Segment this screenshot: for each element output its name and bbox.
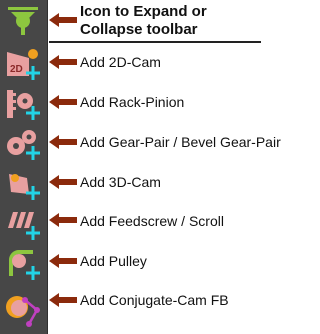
- add-rack-pinion-button[interactable]: [3, 88, 43, 122]
- add-3d-cam-button[interactable]: [3, 168, 43, 202]
- svg-text:2D: 2D: [10, 64, 23, 75]
- callout-arrow-3d-cam: [49, 175, 77, 189]
- callout-add-pulley: Add Pulley: [80, 253, 147, 269]
- callout-add-2d-cam: Add 2D-Cam: [80, 54, 161, 70]
- expand-collapse-button[interactable]: [3, 4, 43, 38]
- callout-add-feedscrew: Add Feedscrew / Scroll: [80, 213, 224, 229]
- feedscrew-icon: [8, 212, 40, 240]
- add-feedscrew-button[interactable]: [3, 208, 43, 242]
- callout-arrow-2d-cam: [49, 55, 77, 69]
- callout-add-conjugate-cam: Add Conjugate-Cam FB: [80, 292, 229, 308]
- pulley-icon: [9, 250, 40, 280]
- callout-expand-line2: Collapse toolbar: [80, 21, 198, 38]
- callout-arrow-feedscrew: [49, 213, 77, 227]
- gear-pair-icon: [7, 130, 40, 160]
- side-toolbar: 2D: [0, 0, 48, 334]
- callout-arrow-conjugate-cam: [49, 293, 77, 307]
- expand-collapse-icon: [8, 7, 38, 35]
- callout-arrow-rack-pinion: [49, 95, 77, 109]
- callout-add-3d-cam: Add 3D-Cam: [80, 174, 161, 190]
- add-2d-cam-button[interactable]: 2D: [3, 48, 43, 82]
- 2d-cam-icon: 2D: [7, 49, 40, 80]
- callout-arrow-gear-pair: [49, 135, 77, 149]
- add-gear-pair-button[interactable]: [3, 128, 43, 162]
- add-conjugate-cam-button[interactable]: [3, 290, 43, 327]
- conjugate-cam-icon: [6, 296, 40, 327]
- callout-underline: [49, 41, 261, 43]
- callout-add-rack-pinion: Add Rack-Pinion: [80, 94, 185, 110]
- callout-arrow-pulley: [49, 254, 77, 268]
- callout-add-gear-pair: Add Gear-Pair / Bevel Gear-Pair: [80, 134, 281, 150]
- callout-expand-line1: Icon to Expand or: [80, 3, 207, 20]
- add-pulley-button[interactable]: [3, 248, 43, 282]
- 3d-cam-icon: [9, 174, 40, 200]
- rack-pinion-icon: [7, 90, 40, 120]
- callout-arrow-expand: [49, 13, 77, 27]
